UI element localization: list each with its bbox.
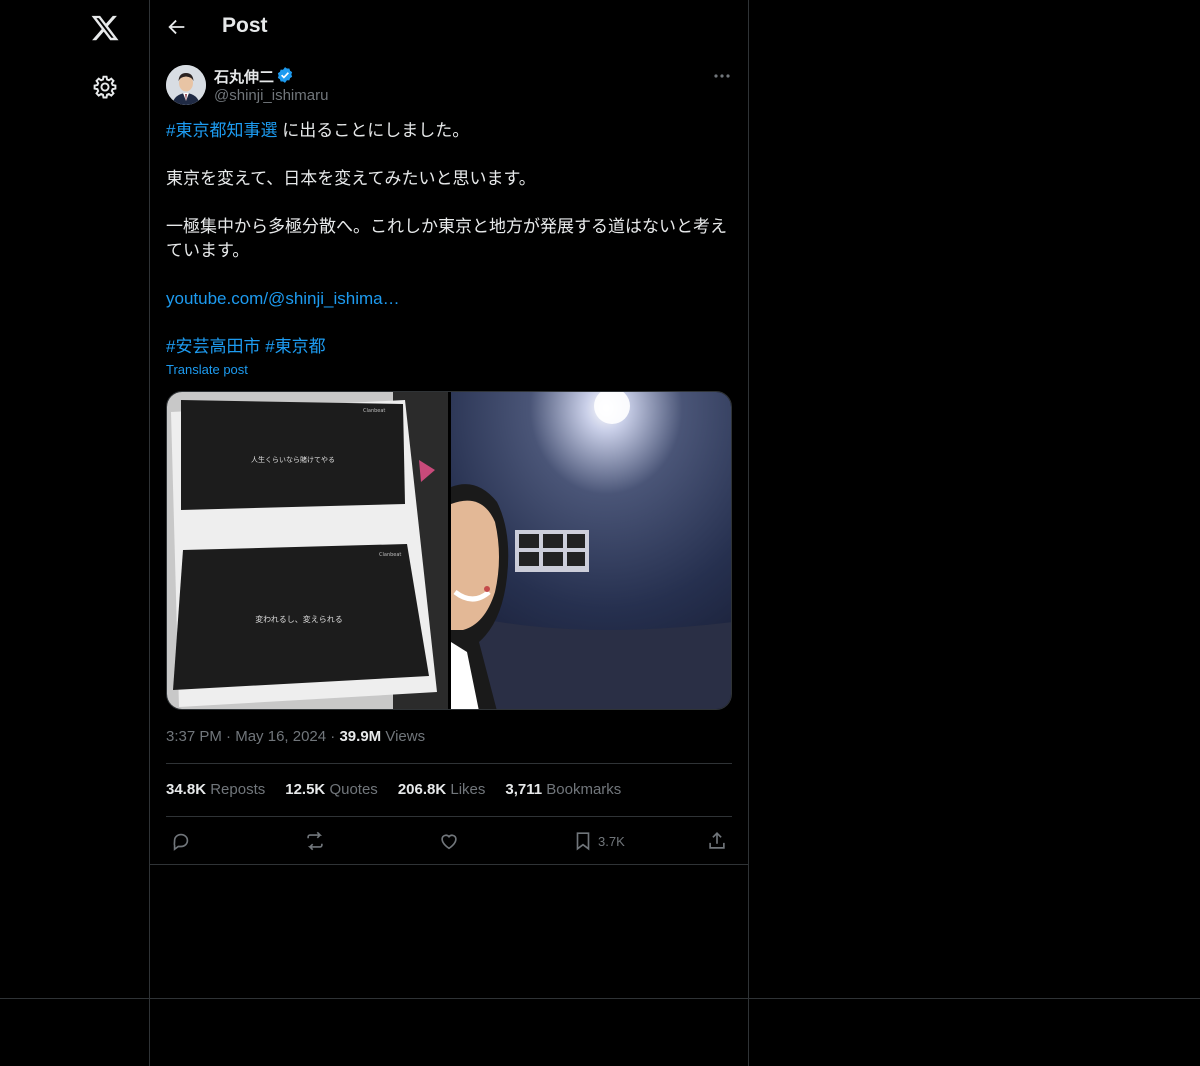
divider [150, 864, 748, 865]
bookmarks-stat[interactable]: 3,711 Bookmarks [505, 781, 621, 798]
post-text: #東京都知事選 に出ることにしました。 東京を変えて、日本を変えてみたいと思いま… [166, 119, 734, 359]
x-logo-icon[interactable] [90, 13, 120, 43]
post-meta: 3:37 PM · May 16, 2024 · 39.9M Views [166, 728, 426, 745]
divider [166, 816, 732, 817]
more-options-icon[interactable] [712, 66, 732, 86]
left-photo[interactable]: 人生くらいなら賭けてやる 変われるし、変えられる Clanbeat Clanbe… [167, 392, 449, 710]
views-label: Views [385, 728, 426, 745]
left-nav [0, 0, 150, 1066]
translate-post-link[interactable]: Translate post [166, 362, 248, 377]
media-brand-top: Clanbeat [363, 408, 385, 414]
hashtag-link[interactable]: #東京都知事選 [166, 121, 277, 140]
hashtag-link[interactable]: #東京都 [265, 337, 325, 356]
top-bar: Post [150, 0, 748, 54]
reply-icon[interactable] [170, 830, 192, 852]
gear-icon[interactable] [92, 74, 118, 100]
post-stats: 34.8K Reposts 12.5K Quotes 206.8K Likes … [166, 781, 621, 798]
post-line-1: #東京都知事選 に出ることにしました。 [166, 121, 470, 140]
action-bar: 3.7K [166, 828, 732, 856]
right-photo[interactable] [451, 392, 732, 710]
repost-icon[interactable] [304, 830, 326, 852]
page-title: Post [222, 14, 268, 37]
media-caption-bottom: 変われるし、変えられる [255, 614, 343, 624]
post-line-3: 一極集中から多極分散へ。これしか東京と地方が発展する道はないと考えています。 [166, 217, 727, 260]
divider [0, 998, 1200, 999]
likes-stat[interactable]: 206.8K Likes [398, 781, 486, 798]
media-brand-bottom: Clanbeat [379, 552, 401, 558]
avatar[interactable] [166, 65, 206, 105]
hashtag-link[interactable]: #安芸高田市 [166, 337, 260, 356]
post-media[interactable]: 人生くらいなら賭けてやる 変われるし、変えられる Clanbeat Clanbe… [166, 391, 732, 710]
like-icon[interactable] [438, 830, 460, 852]
youtube-link[interactable]: youtube.com/@shinji_ishima… [166, 289, 400, 308]
divider [166, 763, 732, 764]
verified-badge-icon [277, 67, 293, 83]
quotes-stat[interactable]: 12.5K Quotes [285, 781, 378, 798]
views-count: 39.9M [339, 728, 382, 745]
bookmark-icon[interactable] [572, 830, 594, 852]
post-detail-column: Post 石丸伸二 @shinji_ishimaru #東京都知事選 に出ること… [150, 0, 749, 1066]
post-time[interactable]: 3:37 PM [166, 728, 222, 745]
author-handle[interactable]: @shinji_ishimaru [214, 87, 328, 104]
arrow-left-icon[interactable] [166, 16, 188, 38]
post-date[interactable]: May 16, 2024 [235, 728, 326, 745]
media-caption-top: 人生くらいなら賭けてやる [251, 455, 335, 464]
bookmark-count: 3.7K [598, 834, 625, 849]
author-name[interactable]: 石丸伸二 [214, 66, 274, 87]
reposts-stat[interactable]: 34.8K Reposts [166, 781, 265, 798]
share-icon[interactable] [706, 830, 728, 852]
post-line-2: 東京を変えて、日本を変えてみたいと思います。 [166, 169, 536, 188]
